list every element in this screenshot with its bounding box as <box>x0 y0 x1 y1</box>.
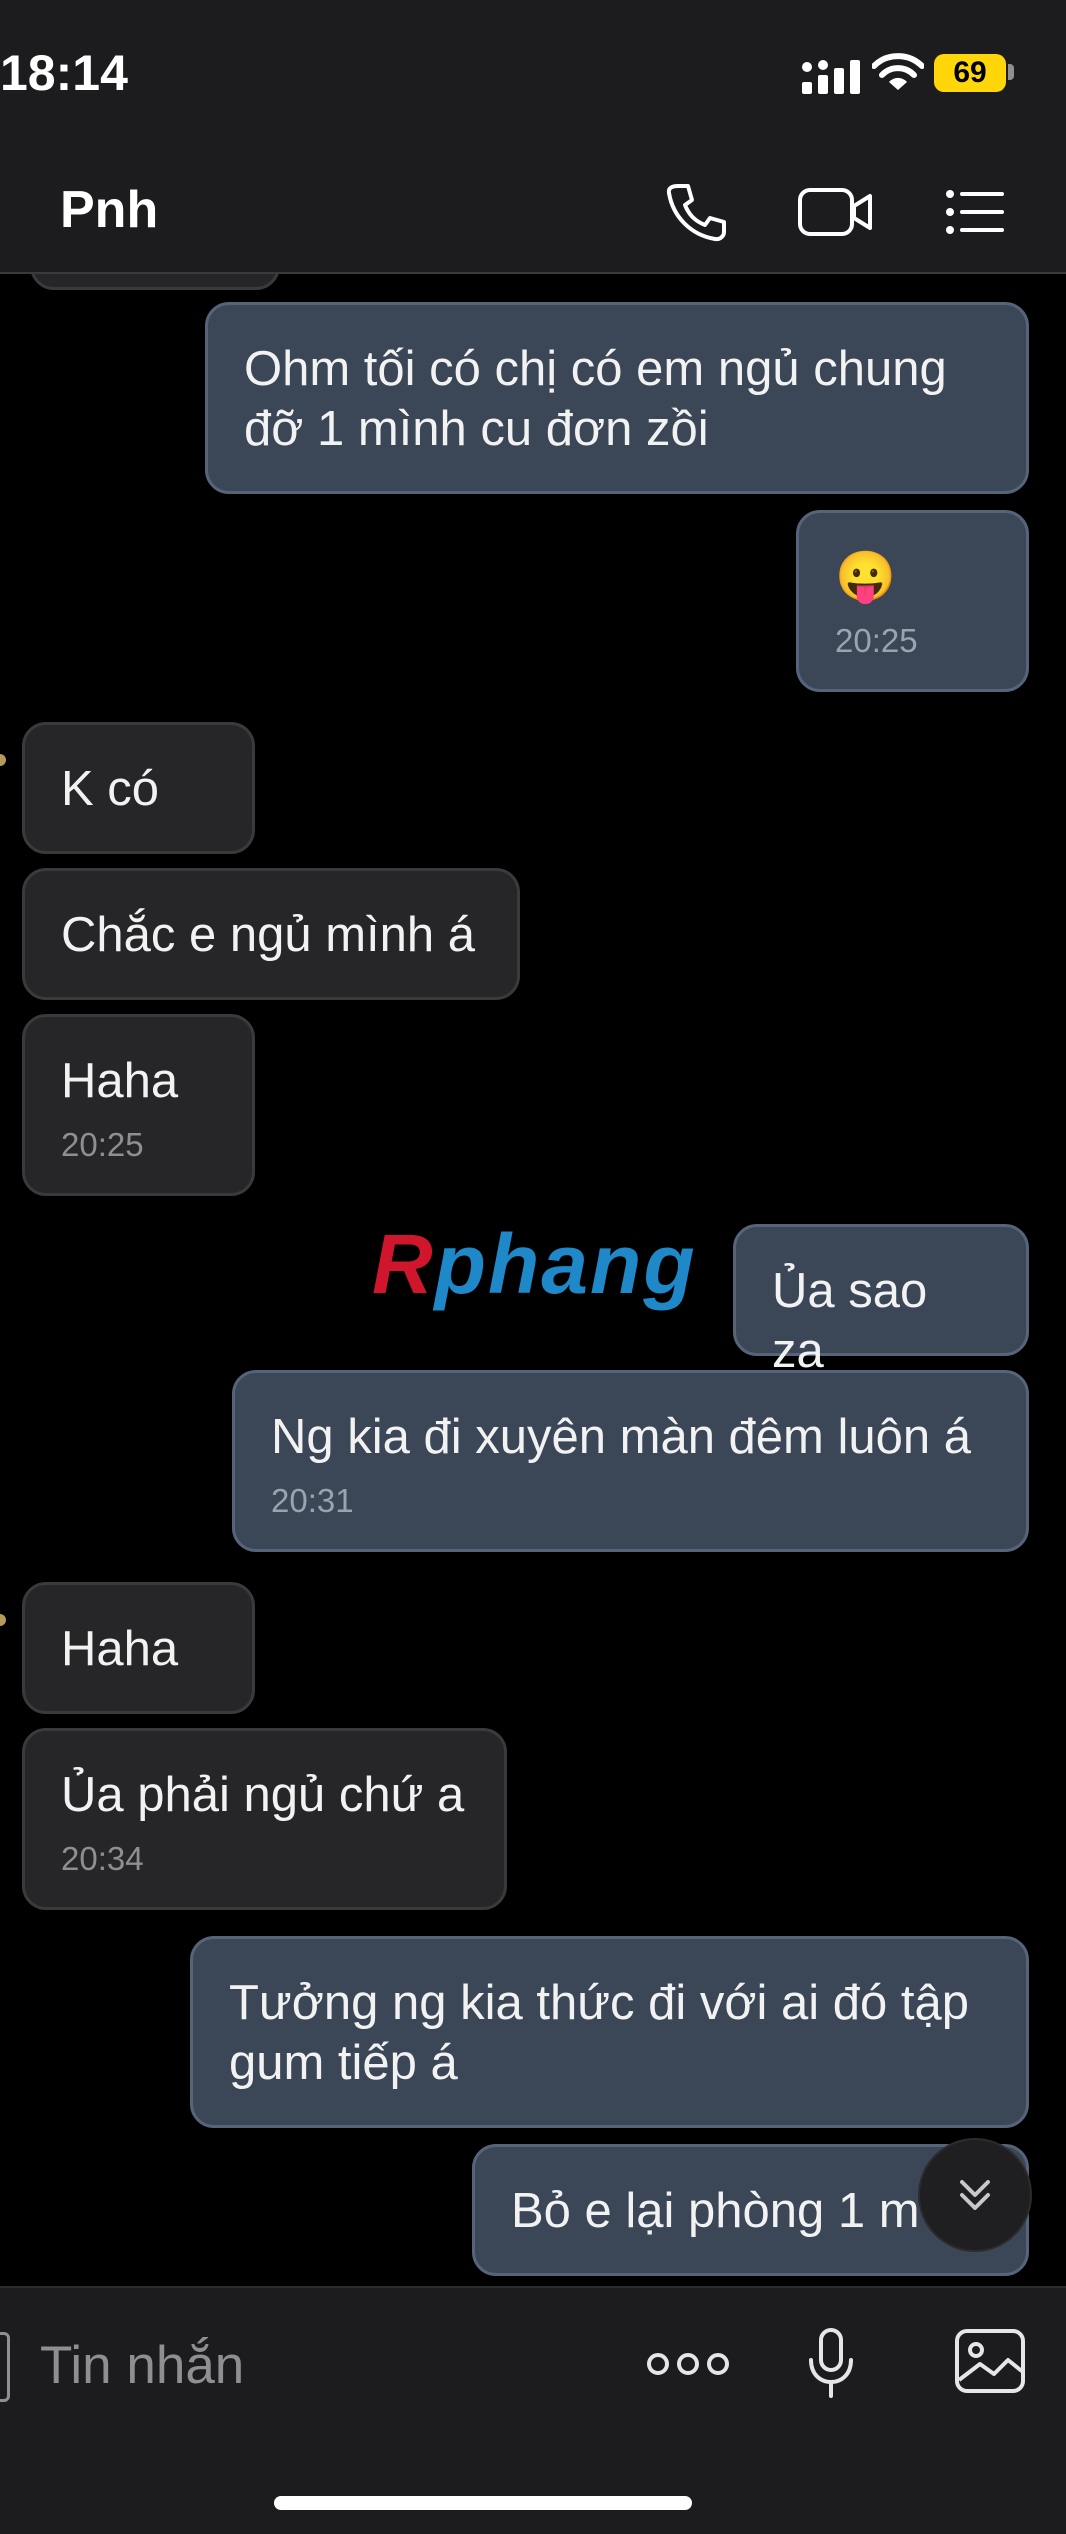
message-bubble-outgoing[interactable]: Ủa sao zạ <box>733 1224 1029 1378</box>
message-text: Tưởng ng kia thức đi với ai đó tập gum t… <box>229 1976 970 2090</box>
message-text: Haha <box>61 1054 179 1108</box>
status-time: 18:14 <box>0 45 128 101</box>
message-bubble-incoming[interactable]: Haha 20:25 <box>22 1014 255 1196</box>
phone-icon[interactable] <box>664 180 728 244</box>
avatar <box>0 754 6 766</box>
message-input[interactable] <box>38 2324 602 2406</box>
emoji-button-edge[interactable] <box>0 2332 10 2402</box>
microphone-icon[interactable] <box>806 2328 856 2400</box>
battery-indicator: 69 <box>934 54 1006 92</box>
message-text: Ng kia đi xuyên màn đêm luôn á <box>271 1410 971 1464</box>
chevron-double-down-icon[interactable] <box>918 2138 1032 2252</box>
chat-header: Pnh <box>0 150 1066 274</box>
wifi-icon <box>872 53 924 90</box>
message-emoji: 😛 <box>835 550 897 604</box>
message-bubble-incoming[interactable]: K có <box>22 722 255 854</box>
watermark-letter: R <box>372 1217 435 1311</box>
message-text: Bỏ e lại phòng 1 m <box>511 2184 920 2238</box>
home-indicator[interactable] <box>274 2496 692 2510</box>
list-menu-icon[interactable] <box>942 180 1006 244</box>
message-time: 20:25 <box>835 622 918 659</box>
watermark-word: phang <box>434 1217 697 1311</box>
message-text: K có <box>61 762 160 816</box>
battery-tip <box>1008 64 1014 80</box>
status-bar: 18:14 69 <box>0 0 1066 150</box>
message-bubble-outgoing[interactable]: Ng kia đi xuyên màn đêm luôn á 20:31 <box>232 1370 1029 1552</box>
message-bubble-outgoing[interactable]: 😛 20:25 <box>796 510 1029 692</box>
image-icon[interactable] <box>954 2328 1026 2394</box>
message-bubble-incoming[interactable]: Haha <box>22 1582 255 1714</box>
partial-message-bubble[interactable] <box>30 274 280 290</box>
message-text: Haha <box>61 1622 179 1676</box>
contact-name[interactable]: Pnh <box>60 180 158 240</box>
message-time: 20:34 <box>61 1840 144 1877</box>
message-text: Ủa phải ngủ chứ a <box>61 1768 465 1822</box>
message-text: Chắc e ngủ mình á <box>61 908 476 962</box>
message-bubble-incoming[interactable]: Chắc e ngủ mình á <box>22 868 520 1000</box>
message-text: Ohm tối có chị có em ngủ chung đỡ 1 mình… <box>244 342 947 456</box>
message-composer <box>0 2286 1066 2534</box>
message-time: 20:31 <box>271 1482 354 1519</box>
message-bubble-incoming[interactable]: Ủa phải ngủ chứ a 20:34 <box>22 1728 507 1910</box>
cellular-signal-icon <box>802 60 860 94</box>
more-dots-icon[interactable] <box>646 2346 730 2382</box>
message-time: 20:25 <box>61 1126 144 1163</box>
message-text: Ủa sao zạ <box>772 1264 928 1378</box>
video-camera-icon[interactable] <box>796 180 874 244</box>
message-list[interactable]: Ohm tối có chị có em ngủ chung đỡ 1 mình… <box>0 274 1066 2284</box>
message-bubble-outgoing[interactable]: Ohm tối có chị có em ngủ chung đỡ 1 mình… <box>205 302 1029 494</box>
message-bubble-outgoing[interactable]: Tưởng ng kia thức đi với ai đó tập gum t… <box>190 1936 1029 2128</box>
avatar <box>0 1614 6 1626</box>
watermark-logo: Rphang <box>372 1216 697 1313</box>
